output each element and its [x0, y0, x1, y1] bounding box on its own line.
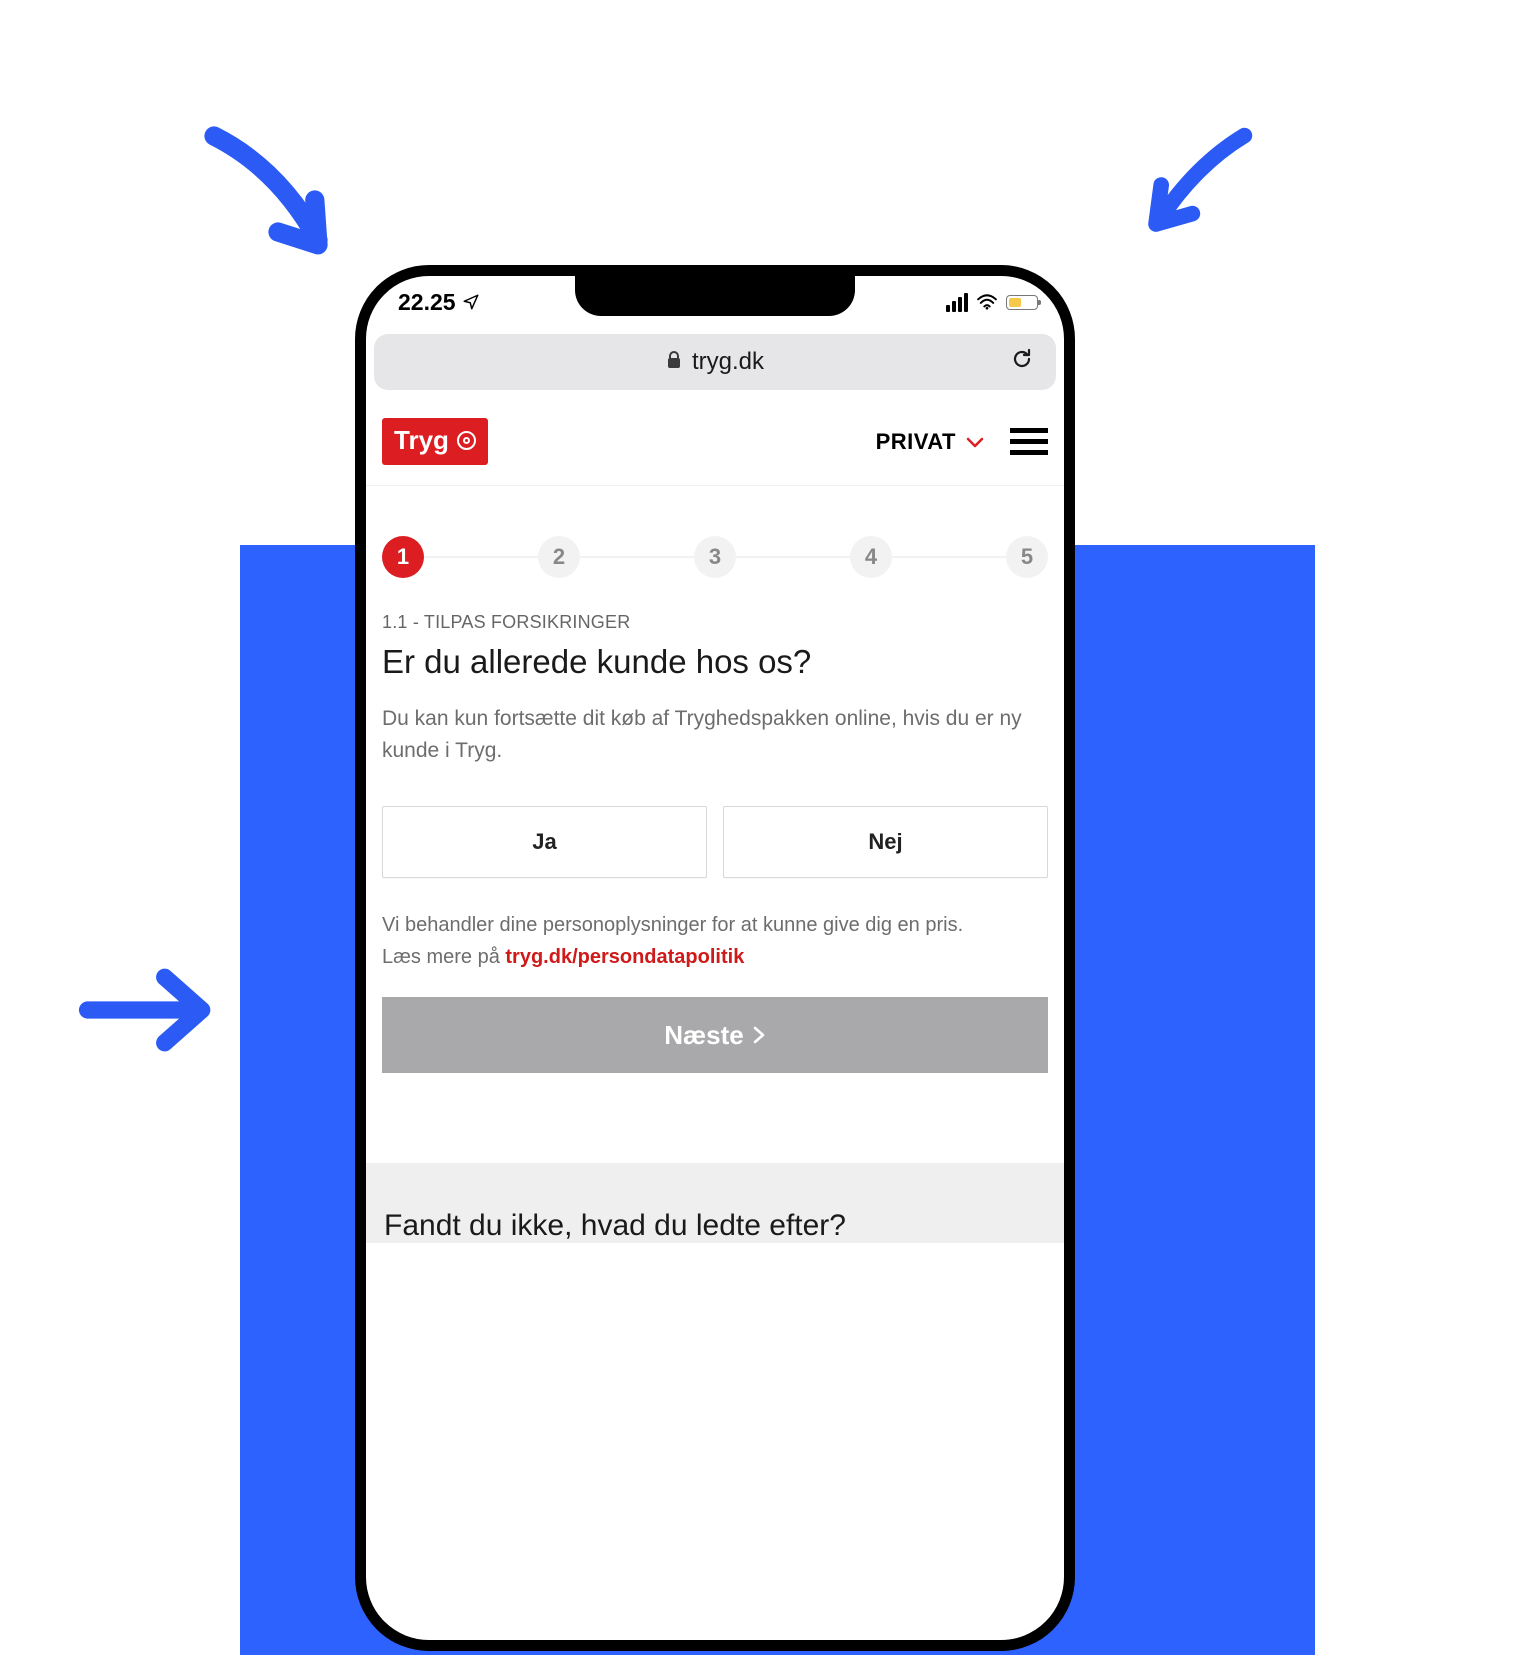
- browser-address-bar[interactable]: tryg.dk: [374, 334, 1056, 390]
- brand-logo[interactable]: Tryg: [382, 418, 488, 465]
- progress-stepper: 1 2 3 4 5: [366, 486, 1064, 612]
- next-button-label: Næste: [664, 1020, 743, 1051]
- chevron-down-icon: [966, 429, 984, 455]
- phone-mockup: 22.25 tryg.dk Tryg PRIVAT: [355, 265, 1075, 1651]
- step-1[interactable]: 1: [382, 536, 424, 578]
- battery-icon: [1006, 295, 1038, 310]
- phone-notch: [575, 274, 855, 316]
- annotation-arrow-top-right-icon: [1130, 120, 1260, 250]
- step-5[interactable]: 5: [1006, 536, 1048, 578]
- chevron-right-icon: [752, 1020, 766, 1051]
- segment-selector[interactable]: PRIVAT: [876, 429, 984, 455]
- next-button[interactable]: Næste: [382, 997, 1048, 1073]
- wifi-icon: [976, 294, 998, 310]
- hamburger-menu-icon[interactable]: [1010, 428, 1048, 455]
- annotation-arrow-left-icon: [70, 960, 225, 1060]
- browser-domain: tryg.dk: [692, 348, 764, 376]
- lock-icon: [666, 351, 682, 374]
- reload-icon[interactable]: [1010, 347, 1034, 378]
- privacy-policy-link[interactable]: tryg.dk/persondatapolitik: [505, 946, 744, 968]
- main-content: 1.1 - TILPAS FORSIKRINGER Er du allerede…: [366, 612, 1064, 1103]
- status-time: 22.25: [398, 289, 456, 316]
- help-footer-heading: Fandt du ikke, hvad du ledte efter?: [384, 1209, 1046, 1243]
- site-header: Tryg PRIVAT: [366, 400, 1064, 486]
- help-footer: Fandt du ikke, hvad du ledte efter?: [366, 1163, 1064, 1243]
- step-4[interactable]: 4: [850, 536, 892, 578]
- brand-text: Tryg: [394, 425, 449, 456]
- step-connector: [892, 556, 1006, 558]
- option-yes-button[interactable]: Ja: [382, 806, 707, 878]
- privacy-read-more: Læs mere på tryg.dk/persondatapolitik: [382, 946, 1048, 969]
- annotation-arrow-top-left-icon: [190, 120, 350, 280]
- privacy-disclaimer: Vi behandler dine personoplysninger for …: [382, 910, 1048, 940]
- location-icon: [462, 293, 480, 311]
- cellular-signal-icon: [946, 293, 968, 312]
- step-3[interactable]: 3: [694, 536, 736, 578]
- step-kicker: 1.1 - TILPAS FORSIKRINGER: [382, 612, 1048, 633]
- privacy-prefix: Læs mere på: [382, 946, 505, 968]
- step-connector: [424, 556, 538, 558]
- segment-label: PRIVAT: [876, 429, 956, 455]
- page-lead: Du kan kun fortsætte dit køb af Trygheds…: [382, 703, 1048, 766]
- brand-mark-icon: [457, 431, 476, 450]
- yes-no-group: Ja Nej: [382, 806, 1048, 878]
- step-connector: [580, 556, 694, 558]
- page-title: Er du allerede kunde hos os?: [382, 643, 1048, 681]
- step-connector: [736, 556, 850, 558]
- step-2[interactable]: 2: [538, 536, 580, 578]
- option-no-button[interactable]: Nej: [723, 806, 1048, 878]
